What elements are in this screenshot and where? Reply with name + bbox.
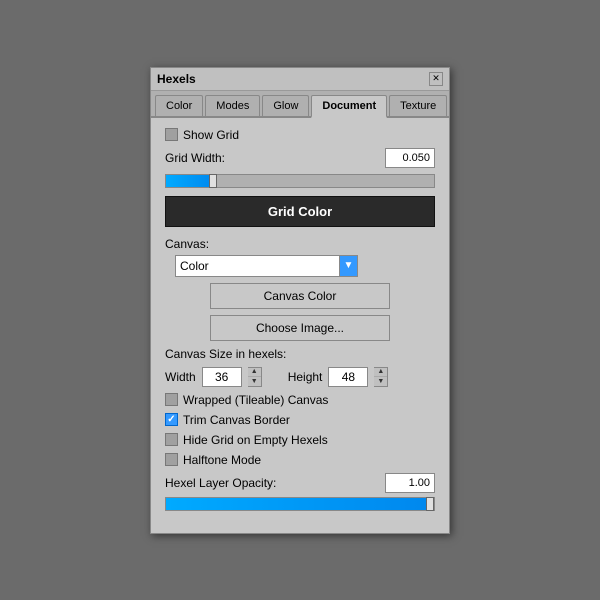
panel-content: Show Grid Grid Width: 0.050 Grid Color C… xyxy=(151,118,449,533)
canvas-size-row: Width 36 ▲ ▼ Height 48 ▲ ▼ xyxy=(165,367,435,387)
trim-label: Trim Canvas Border xyxy=(183,413,290,427)
grid-color-button[interactable]: Grid Color xyxy=(165,196,435,227)
title-bar: Hexels ✕ xyxy=(151,68,449,91)
opacity-slider-fill xyxy=(166,498,426,510)
trim-checkbox[interactable] xyxy=(165,413,178,426)
canvas-select[interactable]: Color xyxy=(175,255,340,277)
tab-document[interactable]: Document xyxy=(311,95,387,118)
canvas-label-row: Canvas: xyxy=(165,237,435,251)
hide-grid-row: Hide Grid on Empty Hexels xyxy=(165,433,435,447)
canvas-label: Canvas: xyxy=(165,237,209,251)
trim-row: Trim Canvas Border xyxy=(165,413,435,427)
grid-width-slider[interactable] xyxy=(165,174,435,188)
grid-width-slider-fill xyxy=(166,175,214,187)
halftone-row: Halftone Mode xyxy=(165,453,435,467)
halftone-checkbox[interactable] xyxy=(165,453,178,466)
opacity-slider[interactable] xyxy=(165,497,435,511)
height-spinner[interactable]: ▲ ▼ xyxy=(374,367,388,387)
wrapped-checkbox[interactable] xyxy=(165,393,178,406)
grid-width-slider-thumb xyxy=(209,174,217,188)
height-input[interactable]: 48 xyxy=(328,367,368,387)
grid-width-value[interactable]: 0.050 xyxy=(385,148,435,168)
width-up[interactable]: ▲ xyxy=(248,368,261,378)
wrapped-label: Wrapped (Tileable) Canvas xyxy=(183,393,328,407)
height-up[interactable]: ▲ xyxy=(374,368,387,378)
width-input[interactable]: 36 xyxy=(202,367,242,387)
show-grid-label: Show Grid xyxy=(183,128,239,142)
hide-grid-checkbox[interactable] xyxy=(165,433,178,446)
canvas-size-label: Canvas Size in hexels: xyxy=(165,347,286,361)
canvas-select-arrow[interactable]: ▼ xyxy=(340,255,358,277)
tab-texture[interactable]: Texture xyxy=(389,95,447,116)
opacity-label: Hexel Layer Opacity: xyxy=(165,476,276,490)
show-grid-checkbox[interactable] xyxy=(165,128,178,141)
wrapped-row: Wrapped (Tileable) Canvas xyxy=(165,393,435,407)
grid-width-label: Grid Width: xyxy=(165,151,225,165)
opacity-slider-thumb xyxy=(426,497,434,511)
tab-glow[interactable]: Glow xyxy=(262,95,309,116)
hide-grid-label: Hide Grid on Empty Hexels xyxy=(183,433,328,447)
opacity-value[interactable]: 1.00 xyxy=(385,473,435,493)
close-button[interactable]: ✕ xyxy=(429,72,443,86)
grid-width-row: Grid Width: 0.050 xyxy=(165,148,435,168)
height-down[interactable]: ▼ xyxy=(374,377,387,386)
height-label: Height xyxy=(288,370,323,384)
width-label: Width xyxy=(165,370,196,384)
canvas-size-label-row: Canvas Size in hexels: xyxy=(165,347,435,361)
opacity-label-row: Hexel Layer Opacity: 1.00 xyxy=(165,473,435,493)
hexels-window: Hexels ✕ Color Modes Glow Document Textu… xyxy=(150,67,450,534)
width-down[interactable]: ▼ xyxy=(248,377,261,386)
tab-color[interactable]: Color xyxy=(155,95,203,116)
width-spinner[interactable]: ▲ ▼ xyxy=(248,367,262,387)
choose-image-button[interactable]: Choose Image... xyxy=(210,315,390,341)
canvas-select-container[interactable]: Color ▼ xyxy=(175,255,435,277)
tab-bar: Color Modes Glow Document Texture xyxy=(151,91,449,118)
tab-modes[interactable]: Modes xyxy=(205,95,260,116)
halftone-label: Halftone Mode xyxy=(183,453,261,467)
window-title: Hexels xyxy=(157,72,196,86)
show-grid-row: Show Grid xyxy=(165,128,435,142)
canvas-color-button[interactable]: Canvas Color xyxy=(210,283,390,309)
